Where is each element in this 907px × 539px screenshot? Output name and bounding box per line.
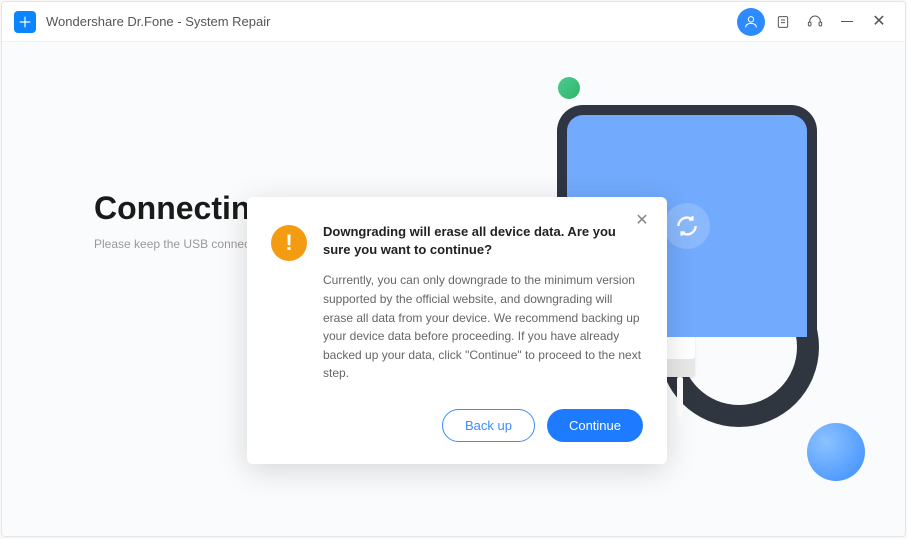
close-window-button[interactable]: ✕ bbox=[865, 8, 893, 36]
decoration-blue-ball bbox=[807, 423, 865, 481]
modal-title: Downgrading will erase all device data. … bbox=[323, 223, 643, 259]
feedback-button[interactable] bbox=[769, 8, 797, 36]
connecting-subtext: Please keep the USB connection bbox=[94, 237, 269, 251]
titlebar: Wondershare Dr.Fone - System Repair ✕ bbox=[2, 2, 905, 42]
minimize-icon bbox=[841, 21, 853, 23]
sync-icon bbox=[664, 203, 710, 249]
modal-description: Currently, you can only downgrade to the… bbox=[323, 271, 643, 383]
minimize-button[interactable] bbox=[833, 8, 861, 36]
confirm-modal: ✕ ! Downgrading will erase all device da… bbox=[247, 197, 667, 464]
modal-close-button[interactable]: ✕ bbox=[633, 211, 651, 229]
warning-icon: ! bbox=[271, 225, 307, 261]
app-window: Wondershare Dr.Fone - System Repair ✕ bbox=[1, 1, 906, 537]
continue-button[interactable]: Continue bbox=[547, 409, 643, 442]
close-icon: ✕ bbox=[872, 14, 885, 30]
backup-button[interactable]: Back up bbox=[442, 409, 535, 442]
content-area: Connecting... Please keep the USB connec… bbox=[2, 42, 905, 536]
window-title: Wondershare Dr.Fone - System Repair bbox=[46, 14, 270, 29]
account-button[interactable] bbox=[737, 8, 765, 36]
support-button[interactable] bbox=[801, 8, 829, 36]
app-logo-icon bbox=[14, 11, 36, 33]
decoration-green-dot bbox=[558, 77, 580, 99]
close-icon: ✕ bbox=[635, 210, 648, 230]
